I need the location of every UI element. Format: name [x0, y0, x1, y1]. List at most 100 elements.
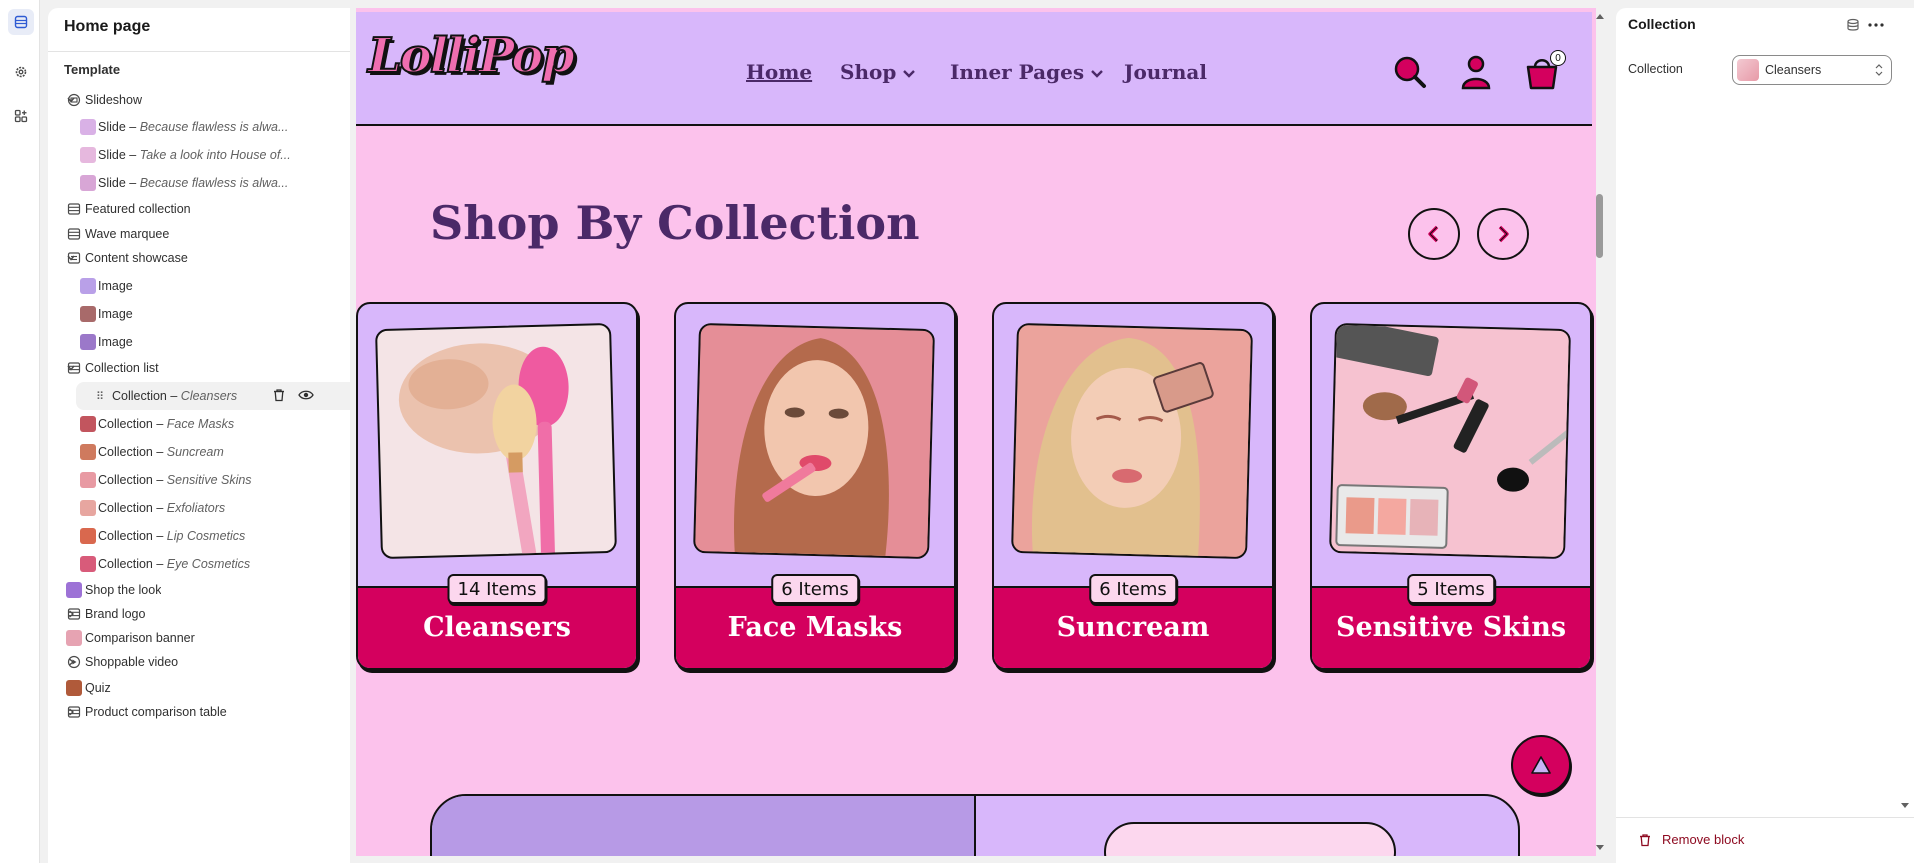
chevron-down-icon [1091, 70, 1103, 78]
section-icon [66, 226, 82, 242]
tree-slide-3[interactable]: Slide – Because flawless is alwa... [48, 169, 338, 197]
chevron-down-icon [903, 70, 916, 78]
carousel-next-button[interactable] [1477, 208, 1529, 260]
tree-collection-face-masks[interactable]: Collection – Face Masks [48, 410, 338, 438]
collection-card-face-masks[interactable]: 6 Items Face Masks [674, 302, 956, 670]
tree-image-3[interactable]: Image [48, 328, 338, 356]
row-label: Slide – Because flawless is alwa... [98, 120, 289, 134]
block-thumbnail [80, 444, 96, 460]
theme-editor: Home page Template Slideshow Slide – Beca… [0, 0, 1914, 863]
carousel-prev-button[interactable] [1408, 208, 1460, 260]
panel-footer: Remove block [1616, 817, 1914, 863]
nav-shop[interactable]: Shop [840, 60, 916, 84]
settings-gear-icon[interactable] [8, 59, 34, 85]
tree-collection-sensitive-skins[interactable]: Collection – Sensitive Skins [48, 466, 338, 494]
app-rail [0, 0, 40, 863]
tree-slideshow[interactable]: Slideshow [48, 86, 338, 114]
account-icon[interactable] [1456, 52, 1496, 92]
block-thumbnail [80, 528, 96, 544]
block-thumbnail [80, 334, 96, 350]
tree-slide-2[interactable]: Slide – Take a look into House of... [48, 141, 338, 169]
row-label: Collection list [85, 361, 159, 375]
collection-card-sensitive-skins[interactable]: 5 Items Sensitive Skins [1310, 302, 1592, 670]
collection-card-cleansers[interactable]: 14 Items Cleansers [356, 302, 638, 670]
chevron-left-icon [1428, 225, 1439, 243]
search-icon[interactable] [1390, 52, 1430, 92]
row-label: Shoppable video [85, 655, 179, 669]
row-label: Featured collection [85, 202, 191, 216]
tree-collection-cleansers[interactable]: ⠿ Collection – Cleansers [76, 382, 350, 410]
row-label: Collection – Sensitive Skins [98, 473, 252, 487]
collection-image [693, 322, 935, 560]
remove-block-button[interactable]: Remove block [1638, 832, 1744, 847]
block-settings-panel: Collection Collection Cleansers Remove b… [1616, 8, 1914, 863]
block-thumbnail [80, 416, 96, 432]
slideshow-icon [66, 92, 82, 108]
nav-inner-pages[interactable]: Inner Pages [950, 60, 1103, 84]
tree-content-showcase[interactable]: Content showcase [48, 244, 338, 272]
tree-image-2[interactable]: Image [48, 300, 338, 328]
page-title: Home page [48, 8, 350, 52]
showcase-icon [66, 250, 82, 266]
arrow-up-icon [1531, 756, 1551, 774]
collection-image [375, 322, 617, 560]
row-label: Collection – Exfoliators [98, 501, 226, 515]
row-label: Image [98, 307, 133, 321]
store-logo[interactable]: LolliPop [367, 27, 576, 85]
block-thumbnail [80, 119, 96, 135]
tree-collection-eye-cosmetics[interactable]: Collection – Eye Cosmetics [48, 550, 338, 578]
database-icon[interactable] [1846, 18, 1860, 32]
row-label: Collection – Eye Cosmetics [98, 557, 251, 571]
delete-icon[interactable] [272, 388, 286, 405]
item-count-badge: 6 Items [1089, 574, 1177, 604]
row-label: Brand logo [85, 607, 146, 621]
collection-field-label: Collection [1628, 62, 1683, 76]
play-icon [66, 654, 82, 670]
row-label: Collection – Suncream [98, 445, 224, 459]
tree-collection-list[interactable]: Collection list [48, 354, 338, 382]
scroll-down-arrow-icon[interactable] [1595, 844, 1605, 852]
item-count-badge: 5 Items [1407, 574, 1495, 604]
tree-shoppable-video[interactable]: Shoppable video [48, 648, 338, 676]
tree-featured-collection[interactable]: Featured collection [48, 195, 338, 223]
block-thumbnail [80, 500, 96, 516]
block-thumbnail [80, 278, 96, 294]
remove-block-label: Remove block [1662, 832, 1745, 847]
sections-icon[interactable] [8, 9, 34, 35]
sections-sidebar: Home page Template Slideshow Slide – Beca… [48, 8, 350, 863]
apps-icon[interactable] [8, 103, 34, 129]
row-label: Image [98, 335, 133, 349]
collection-picker[interactable]: Cleansers [1732, 55, 1892, 85]
nav-journal[interactable]: Journal [1124, 60, 1207, 84]
section-thumbnail [66, 630, 82, 646]
collection-image [1011, 322, 1253, 560]
tree-collection-suncream[interactable]: Collection – Suncream [48, 438, 338, 466]
tree-image-1[interactable]: Image [48, 272, 338, 300]
more-options-icon[interactable] [1868, 22, 1884, 28]
collection-picker-value: Cleansers [1765, 63, 1822, 77]
tree-collection-lip-cosmetics[interactable]: Collection – Lip Cosmetics [48, 522, 338, 550]
collection-card-suncream[interactable]: 6 Items Suncream [992, 302, 1274, 670]
drag-handle-icon[interactable]: ⠿ [92, 388, 108, 404]
block-thumbnail [80, 306, 96, 322]
row-label: Quiz [85, 681, 111, 695]
collection-thumbnail [1737, 59, 1759, 81]
storefront-preview: LolliPop Home Shop Inner Pages Journal 0… [356, 8, 1596, 856]
trash-icon [1640, 833, 1650, 846]
row-label: Comparison banner [85, 631, 195, 645]
tree-product-comparison-table[interactable]: Product comparison table [48, 698, 338, 726]
visibility-eye-icon[interactable] [298, 389, 314, 404]
back-to-top-button[interactable] [1511, 735, 1571, 795]
scroll-down-arrow-icon[interactable] [1900, 802, 1910, 810]
row-label: Collection – Cleansers [112, 389, 238, 403]
block-thumbnail [80, 472, 96, 488]
preview-scrollbar[interactable] [1596, 194, 1603, 258]
tree-collection-exfoliators[interactable]: Collection – Exfoliators [48, 494, 338, 522]
nav-home[interactable]: Home [746, 60, 812, 84]
nav-shop-label: Shop [840, 60, 897, 84]
scroll-up-arrow-icon[interactable] [1595, 12, 1605, 20]
tree-slide-1[interactable]: Slide – Because flawless is alwa... [48, 113, 338, 141]
section-thumbnail [66, 582, 82, 598]
template-heading: Template [64, 62, 121, 77]
row-label: Content showcase [85, 251, 188, 265]
